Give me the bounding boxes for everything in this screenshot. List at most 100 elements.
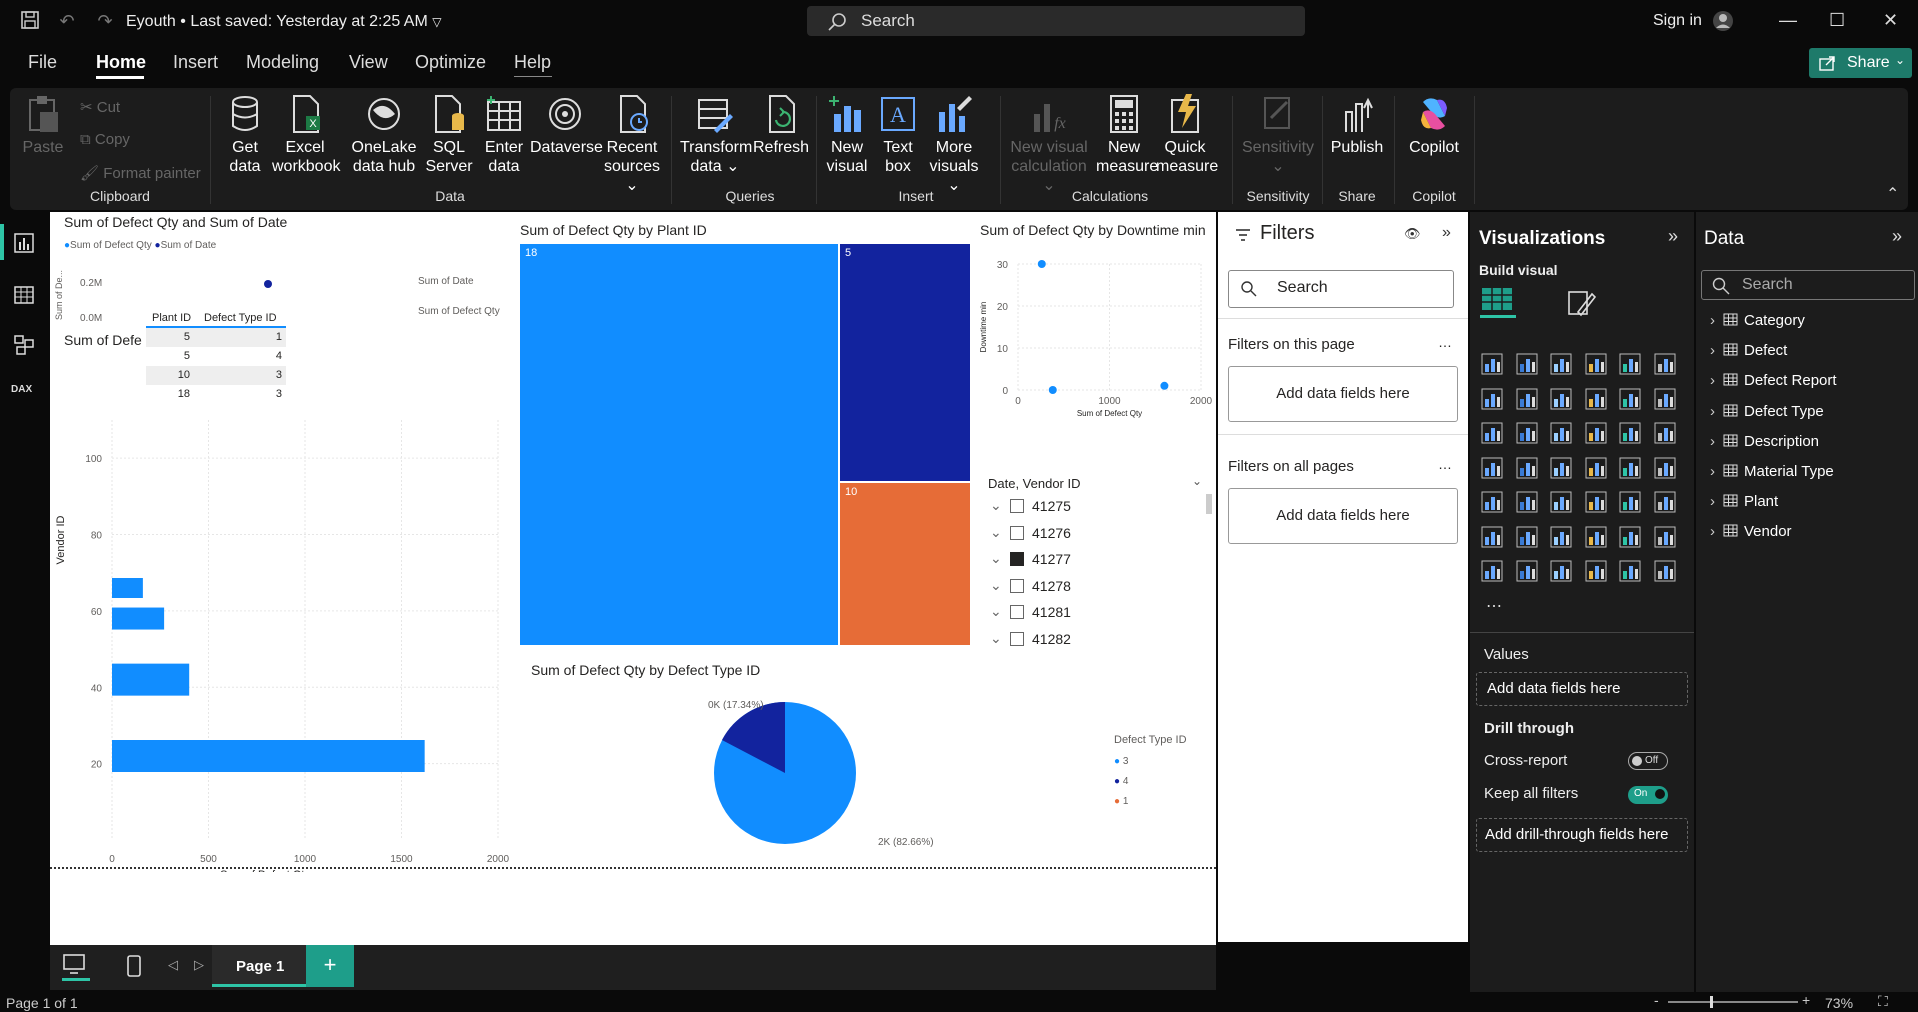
get-data-button[interactable]: Get data xyxy=(222,94,268,176)
kpi-icon[interactable] xyxy=(1515,490,1539,514)
treemap-tile[interactable]: 10 xyxy=(840,483,970,645)
line-icon[interactable] xyxy=(1480,387,1504,411)
new-visual-button[interactable]: New visual xyxy=(824,94,870,176)
transform-data-button[interactable]: Transform data ⌄ xyxy=(680,94,752,176)
chevron-down-icon[interactable]: ⌄ xyxy=(1192,474,1202,488)
bar[interactable] xyxy=(112,578,143,598)
100-column-icon[interactable] xyxy=(1653,352,1677,376)
slicer-item[interactable]: ⌄ 41275 xyxy=(988,496,1188,523)
map-grid-icon[interactable] xyxy=(1480,456,1504,480)
stacked-bar-icon[interactable] xyxy=(1480,352,1504,376)
slicer-item[interactable]: ⌄ 41282 xyxy=(988,629,1188,656)
slicer-item[interactable]: ⌄ 41278 xyxy=(988,576,1188,603)
table-view-icon[interactable] xyxy=(13,284,35,306)
save-icon[interactable] xyxy=(19,10,41,32)
build-visual-tab[interactable] xyxy=(1480,284,1516,318)
donut-icon[interactable] xyxy=(1653,421,1677,445)
scatter-icon[interactable] xyxy=(1584,421,1608,445)
chevron-right-icon[interactable]: › xyxy=(1710,312,1715,329)
ribbon-icon[interactable] xyxy=(1584,387,1608,411)
slicer-icon[interactable] xyxy=(1549,490,1573,514)
cut-button[interactable]: ✂ Cut xyxy=(80,98,120,116)
dataverse-button[interactable]: Dataverse xyxy=(530,94,603,157)
recent-sources-button[interactable]: Recent sources ⌄ xyxy=(600,94,664,195)
scatter-point[interactable] xyxy=(1160,381,1169,390)
more-visuals-button[interactable]: More visuals ⌄ xyxy=(924,94,984,195)
quick-measure-button[interactable]: Quick measure xyxy=(1156,94,1218,176)
sign-in-link[interactable]: Sign in xyxy=(1653,12,1702,30)
eye-icon[interactable]: 👁 xyxy=(1404,226,1421,242)
menu-insert[interactable]: Insert xyxy=(173,52,218,73)
chevron-down-icon[interactable]: ⌄ xyxy=(990,497,1002,514)
zoom-slider-thumb[interactable] xyxy=(1710,996,1713,1008)
scatter-point[interactable] xyxy=(1048,386,1057,394)
dax-query-view-icon[interactable]: DAX xyxy=(11,384,32,395)
chevron-right-icon[interactable]: › xyxy=(1710,342,1715,359)
azure-map-icon[interactable] xyxy=(1584,456,1608,480)
share-button[interactable]: Share ⌄ xyxy=(1809,48,1912,78)
clustered-bar-icon[interactable] xyxy=(1549,352,1573,376)
format-painter-button[interactable]: 🖌 Format painter xyxy=(80,164,201,182)
new-visual-calculation-button[interactable]: fx New visual calculation ⌄ xyxy=(1008,94,1090,195)
menu-home[interactable]: Home xyxy=(96,52,146,73)
collapse-pane-icon[interactable]: » xyxy=(1442,224,1451,242)
data-table[interactable]: Plant ID Defect Type ID 51 54 10 3 18 3 xyxy=(146,308,286,404)
data-table-item[interactable]: › Defect Report xyxy=(1710,372,1837,389)
scrollbar[interactable] xyxy=(1206,494,1212,514)
bar-chart[interactable]: 100 80 60 40 20 0 500 1000 1500 2000 Sum of Defect… xyxy=(50,412,520,872)
clustered-column-icon[interactable] xyxy=(1584,352,1608,376)
excel-workbook-button[interactable]: X Excel workbook xyxy=(272,94,340,176)
refresh-button[interactable]: Refresh xyxy=(752,94,810,157)
chevron-down-icon[interactable]: ⌄ xyxy=(990,577,1002,594)
bar[interactable] xyxy=(112,607,165,630)
mobile-layout-icon[interactable] xyxy=(126,955,142,977)
chevron-right-icon[interactable]: › xyxy=(1710,372,1715,389)
waterfall-icon[interactable] xyxy=(1618,387,1642,411)
cross-report-toggle[interactable]: Off xyxy=(1628,752,1668,770)
page-tab-page-1[interactable]: Page 1 xyxy=(212,945,306,987)
chevron-right-icon[interactable]: › xyxy=(1710,433,1715,450)
menu-help[interactable]: Help xyxy=(514,52,551,73)
legend-item[interactable]: ● 4 xyxy=(1114,772,1128,792)
collapse-ribbon-icon[interactable]: ⌃ xyxy=(1886,184,1899,204)
new-measure-button[interactable]: New measure xyxy=(1096,94,1158,176)
minimize-icon[interactable]: — xyxy=(1779,10,1797,31)
chevron-right-icon[interactable]: › xyxy=(1710,523,1715,540)
undo-icon[interactable]: ↶ xyxy=(56,10,78,32)
more-options-icon[interactable]: … xyxy=(1438,334,1452,350)
decomp-tree-icon[interactable] xyxy=(1549,525,1573,549)
data-table-item[interactable]: › Defect Type xyxy=(1710,403,1824,420)
page-filter-dropzone[interactable]: Add data fields here xyxy=(1228,366,1458,422)
table-icon[interactable] xyxy=(1584,490,1608,514)
treemap-chart-icon[interactable] xyxy=(1515,421,1539,445)
report-view-icon[interactable] xyxy=(13,232,35,254)
drill-through-dropzone[interactable]: Add drill-through fields here xyxy=(1476,818,1688,852)
redo-icon[interactable]: ↷ xyxy=(94,10,116,32)
globe-map-icon[interactable] xyxy=(1515,456,1539,480)
maximize-icon[interactable]: ☐ xyxy=(1829,10,1845,31)
more-visuals-icon[interactable]: ⋯ xyxy=(1486,596,1502,616)
copy-button[interactable]: ⧉ Copy xyxy=(80,131,130,148)
chevron-right-icon[interactable]: › xyxy=(1710,493,1715,510)
desktop-layout-icon[interactable] xyxy=(62,953,90,981)
goals-icon[interactable] xyxy=(1653,525,1677,549)
avatar-icon[interactable] xyxy=(1712,10,1734,32)
gauge-icon[interactable] xyxy=(1618,456,1642,480)
power-automate-icon[interactable] xyxy=(1549,559,1573,583)
scatter-chart[interactable]: 30201000 1000 2000Sum of Defect QtyDowntim… xyxy=(976,256,1212,436)
diamond-icon[interactable] xyxy=(1618,559,1642,583)
power-apps-icon[interactable] xyxy=(1515,559,1539,583)
zoom-slider[interactable] xyxy=(1668,1001,1798,1003)
data-table-item[interactable]: › Material Type xyxy=(1710,463,1834,480)
paste-button[interactable]: Paste xyxy=(20,94,66,157)
multi-card-icon[interactable] xyxy=(1480,490,1504,514)
add-page-button[interactable]: + xyxy=(306,945,354,987)
data-table-item[interactable]: › Vendor xyxy=(1710,523,1792,540)
publish-button[interactable]: Publish xyxy=(1328,94,1386,157)
table-row[interactable]: 54 xyxy=(146,347,286,366)
report-canvas[interactable]: Sum of Defect Qty and Sum of Date ●Sum o… xyxy=(50,212,1216,945)
column-header[interactable]: Plant ID xyxy=(152,312,191,324)
table-row[interactable]: 51 xyxy=(146,328,286,347)
slicer-item[interactable]: ⌄ 41281 xyxy=(988,602,1188,629)
menu-modeling[interactable]: Modeling xyxy=(246,52,319,73)
